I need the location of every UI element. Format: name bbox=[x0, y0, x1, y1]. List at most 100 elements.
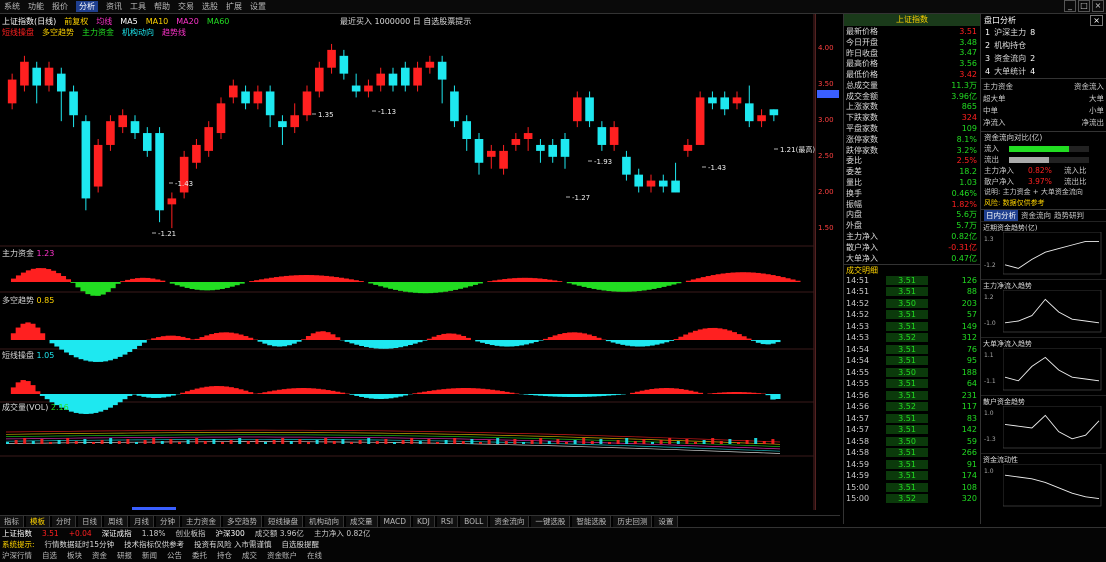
volume-bar bbox=[14, 440, 18, 444]
indicator-tab-14[interactable]: RSI bbox=[436, 516, 459, 527]
minimize-icon[interactable]: _ bbox=[1064, 0, 1076, 12]
menu-item-8[interactable]: 选股 bbox=[202, 1, 218, 12]
trade-time: 14:55 bbox=[846, 367, 870, 377]
trade-price: 3.51 bbox=[886, 356, 928, 366]
indicator-tab-16[interactable]: 资金流向 bbox=[490, 516, 530, 527]
analysis-tab-1[interactable]: 资金流向 bbox=[1021, 210, 1051, 221]
quote-bar bbox=[898, 29, 942, 34]
status-nav-2[interactable]: 板块 bbox=[67, 550, 82, 561]
fund-grid-cell[interactable]: 净流出 bbox=[1082, 117, 1105, 129]
fund-bar bbox=[1009, 156, 1089, 163]
volume-bar bbox=[135, 442, 138, 444]
indicator-tab-15[interactable]: BOLL bbox=[460, 516, 489, 527]
indicator-tab-8[interactable]: 多空趋势 bbox=[223, 516, 262, 527]
indicator-tab-10[interactable]: 机构动向 bbox=[305, 516, 344, 527]
trade-volume: 142 bbox=[961, 425, 977, 435]
menu-item-9[interactable]: 扩展 bbox=[226, 1, 242, 12]
quote-value: 3.48 bbox=[959, 37, 977, 47]
quote-bar bbox=[898, 256, 942, 261]
status-nav-8[interactable]: 持仓 bbox=[217, 550, 232, 561]
analysis-tab-2[interactable]: 趋势研判 bbox=[1054, 210, 1084, 221]
menu-item-1[interactable]: 功能 bbox=[28, 1, 44, 12]
price-tick: 1.50 bbox=[818, 224, 834, 232]
maximize-icon[interactable]: □ bbox=[1078, 0, 1090, 12]
volume-bar bbox=[178, 442, 181, 444]
volume-bar bbox=[556, 439, 560, 444]
trade-price: 3.51 bbox=[886, 413, 928, 423]
fund-grid-cell[interactable]: 大单 bbox=[1089, 93, 1104, 105]
analysis-tab-0[interactable]: 日内分析 bbox=[984, 210, 1018, 221]
fund-grid-cell[interactable]: 中单 bbox=[983, 105, 998, 117]
volume-bar bbox=[479, 442, 482, 444]
menu-item-10[interactable]: 设置 bbox=[250, 1, 266, 12]
fund-bar-title: 资金流向对比(亿) bbox=[981, 131, 1106, 143]
trade-volume: 91 bbox=[966, 459, 977, 469]
kline-chart[interactable]: -1.21 -1.43 1.35 -1.13 -1.27 -1.93 -1.43 1.21(最… bbox=[0, 14, 840, 510]
status-item: 成交额 3.96亿 bbox=[254, 529, 304, 538]
status-nav-4[interactable]: 研报 bbox=[117, 550, 132, 561]
menu-item-4[interactable]: 资讯 bbox=[106, 1, 122, 12]
quote-bar bbox=[898, 223, 942, 229]
price-label: -1.93 bbox=[594, 158, 612, 166]
rank-row[interactable]: 3 资金流向 2 bbox=[981, 52, 1106, 65]
quote-row: 涨停家数 8.1% bbox=[846, 134, 980, 145]
indicator-tab-7[interactable]: 主力资金 bbox=[182, 516, 221, 527]
indicator-tab-2[interactable]: 分时 bbox=[52, 516, 76, 527]
close-icon[interactable]: × bbox=[1090, 14, 1103, 26]
rank-row[interactable]: 2 机构持仓 bbox=[981, 39, 1106, 52]
trade-row: 14:52 3.51 57 bbox=[846, 309, 980, 321]
menu-item-7[interactable]: 交易 bbox=[178, 1, 194, 12]
close-icon[interactable]: × bbox=[1092, 0, 1104, 12]
indicator-tab-5[interactable]: 月线 bbox=[130, 516, 154, 527]
volume-bar bbox=[401, 440, 405, 444]
quote-key: 跌停家数 bbox=[846, 145, 878, 155]
indicator-tab-19[interactable]: 历史回测 bbox=[613, 516, 653, 527]
indicator-tab-0[interactable]: 指标 bbox=[0, 516, 24, 527]
fund-grid-cell[interactable]: 主力资金 bbox=[983, 81, 1013, 93]
status-nav-3[interactable]: 资金 bbox=[92, 550, 107, 561]
fund-stat-value: 0.82% bbox=[1028, 166, 1052, 175]
indicator-tab-4[interactable]: 周线 bbox=[104, 516, 128, 527]
status-nav-6[interactable]: 公告 bbox=[167, 550, 182, 561]
rank-row[interactable]: 1 沪深主力 8 bbox=[981, 26, 1106, 39]
menu-item-5[interactable]: 工具 bbox=[130, 1, 146, 12]
menu-item-2[interactable]: 报价 bbox=[52, 1, 68, 12]
indicator-tab-6[interactable]: 分钟 bbox=[156, 516, 180, 527]
menu-item-6[interactable]: 帮助 bbox=[154, 1, 170, 12]
status-nav-10[interactable]: 资金账户 bbox=[267, 550, 297, 561]
volume-bar bbox=[375, 441, 379, 444]
quote-bar bbox=[898, 50, 942, 55]
indicator-tab-17[interactable]: 一键选股 bbox=[531, 516, 571, 527]
indicator-tab-11[interactable]: 成交量 bbox=[346, 516, 378, 527]
fund-grid-cell[interactable]: 资金流入 bbox=[1074, 81, 1104, 93]
status-nav-7[interactable]: 委托 bbox=[192, 550, 207, 561]
status-nav-1[interactable]: 自选 bbox=[42, 550, 57, 561]
indicator-tab-3[interactable]: 日线 bbox=[78, 516, 102, 527]
status-nav-9[interactable]: 成交 bbox=[242, 550, 257, 561]
indicator-tab-18[interactable]: 智能选股 bbox=[572, 516, 612, 527]
status-nav-0[interactable]: 沪深行情 bbox=[2, 550, 32, 561]
menu-item-3[interactable]: 分析 bbox=[76, 1, 98, 12]
mini-chart-plot bbox=[1003, 232, 1102, 275]
rank-row[interactable]: 4 大单统计 4 bbox=[981, 65, 1106, 78]
status-nav-11[interactable]: 在线 bbox=[307, 550, 322, 561]
volume-bar bbox=[255, 439, 259, 444]
fund-grid-cell[interactable]: 小单 bbox=[1089, 105, 1104, 117]
indicator-tab-9[interactable]: 短线操盘 bbox=[264, 516, 303, 527]
volume-bar bbox=[92, 442, 95, 444]
indicator-tab-13[interactable]: KDJ bbox=[412, 516, 435, 527]
fund-grid-cell[interactable]: 净流入 bbox=[983, 117, 1006, 129]
volume-bar bbox=[470, 439, 474, 444]
quote-key: 委比 bbox=[846, 156, 862, 166]
rank-num: 3 bbox=[985, 54, 991, 63]
indicator-tab-1[interactable]: 模板 bbox=[26, 516, 50, 527]
trade-time: 14:57 bbox=[846, 425, 870, 435]
fund-grid-cell[interactable]: 超大单 bbox=[983, 93, 1006, 105]
indicator-tab-20[interactable]: 设置 bbox=[654, 516, 679, 527]
quote-key: 内盘 bbox=[846, 210, 862, 220]
rank-name: 机构持仓 bbox=[994, 41, 1027, 50]
indicator-tab-12[interactable]: MACD bbox=[379, 516, 411, 527]
trade-time: 14:59 bbox=[846, 471, 870, 481]
menu-item-0[interactable]: 系统 bbox=[4, 1, 20, 12]
status-nav-5[interactable]: 新闻 bbox=[142, 550, 157, 561]
